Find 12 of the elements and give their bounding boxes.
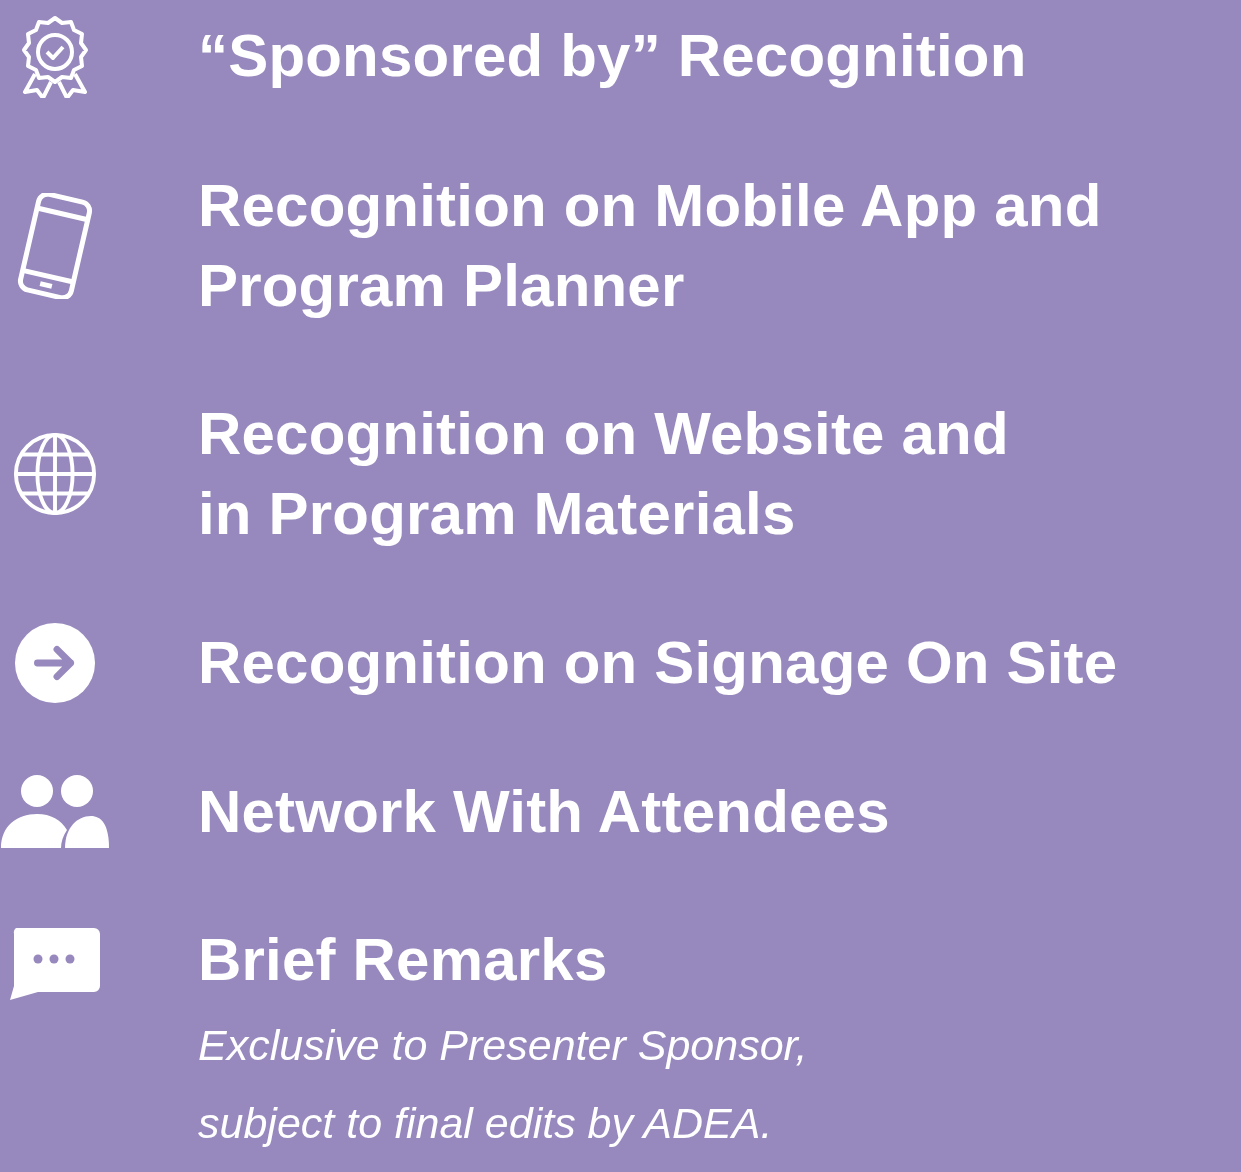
globe-icon [12,431,98,517]
benefit-title: Recognition on Signage On Site [198,628,1119,698]
phone-icon [15,193,95,299]
speech-bubble-icon [10,928,100,1000]
benefit-title: Brief Remarks [198,925,609,995]
benefit-note: Exclusive to Presenter Sponsor, subject to final edits by ADEA. [198,1020,809,1149]
benefit-title: Recognition on Website and in Program Materials [198,399,1010,549]
benefit-title: Network With Attendees [198,777,891,847]
arrow-circle-icon [14,622,96,704]
benefit-title: Recognition on Mobile App and Program Planner [198,171,1103,321]
people-icon [1,774,109,850]
benefit-title: “Sponsored by” Recognition [198,21,1028,91]
